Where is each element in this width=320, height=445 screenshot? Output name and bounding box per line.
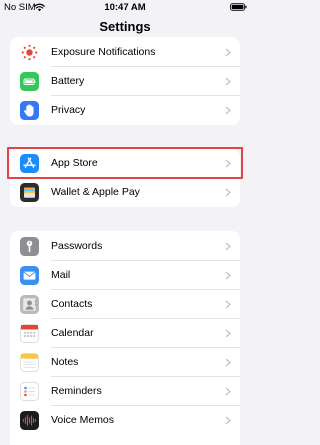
settings-row-label: Mail [51, 269, 71, 281]
settings-row-label: Wallet & Apple Pay [51, 186, 140, 198]
settings-row-calendar[interactable]: Calendar [10, 319, 240, 348]
settings-row-app-store[interactable]: App Store [10, 149, 240, 178]
settings-row-label: Reminders [51, 385, 102, 397]
chevron-right-icon [225, 329, 231, 338]
chevron-right-icon [225, 159, 231, 168]
settings-group-2: App Store Wallet & Apple Pay [10, 149, 240, 207]
settings-row-reminders[interactable]: Reminders [10, 377, 240, 406]
settings-group-1: Exposure Notifications Battery Privacy [10, 37, 240, 125]
reminders-icon [20, 382, 39, 401]
settings-row-voice-memos[interactable]: Voice Memos [10, 406, 240, 435]
settings-row-label: Passwords [51, 240, 103, 252]
settings-row-label: Contacts [51, 298, 93, 310]
notes-icon [20, 353, 39, 372]
hand-icon [20, 101, 39, 120]
battery-icon [20, 72, 39, 91]
settings-row-battery[interactable]: Battery [10, 67, 240, 96]
settings-row-exposure-notifications[interactable]: Exposure Notifications [10, 38, 240, 67]
exposure-notifications-icon [20, 43, 39, 62]
key-icon [20, 237, 39, 256]
settings-row-passwords[interactable]: Passwords [10, 232, 240, 261]
chevron-right-icon [225, 358, 231, 367]
chevron-right-icon [225, 300, 231, 309]
chevron-right-icon [225, 77, 231, 86]
settings-row-mail[interactable]: Mail [10, 261, 240, 290]
contacts-icon [20, 295, 39, 314]
settings-row-notes[interactable]: Notes [10, 348, 240, 377]
chevron-right-icon [225, 106, 231, 115]
settings-row-contacts[interactable]: Contacts [10, 290, 240, 319]
chevron-right-icon [225, 387, 231, 396]
settings-row-label: App Store [51, 157, 98, 169]
chevron-right-icon [225, 242, 231, 251]
mail-icon [20, 266, 39, 285]
app-store-icon [20, 154, 39, 173]
chevron-right-icon [225, 416, 231, 425]
battery-status-icon [230, 3, 247, 11]
chevron-right-icon [225, 48, 231, 57]
settings-row-label: Voice Memos [51, 414, 115, 426]
wallet-icon [20, 183, 39, 202]
settings-row-label: Notes [51, 356, 79, 368]
status-bar: No SIM 10:47 AM [0, 0, 250, 14]
chevron-right-icon [225, 188, 231, 197]
settings-row-wallet-apple-pay[interactable]: Wallet & Apple Pay [10, 178, 240, 207]
settings-group-3: Passwords Mail Contacts Calendar Notes R… [10, 231, 240, 445]
settings-row-label: Battery [51, 75, 85, 87]
chevron-right-icon [225, 271, 231, 280]
settings-row-label: Calendar [51, 327, 94, 339]
settings-row-label: Privacy [51, 104, 86, 116]
settings-row-label: Exposure Notifications [51, 46, 156, 58]
clock: 10:47 AM [104, 2, 146, 13]
voice-memos-icon [20, 411, 39, 430]
page-title: Settings [99, 19, 151, 34]
settings-row-privacy[interactable]: Privacy [10, 96, 240, 125]
calendar-icon [20, 324, 39, 343]
